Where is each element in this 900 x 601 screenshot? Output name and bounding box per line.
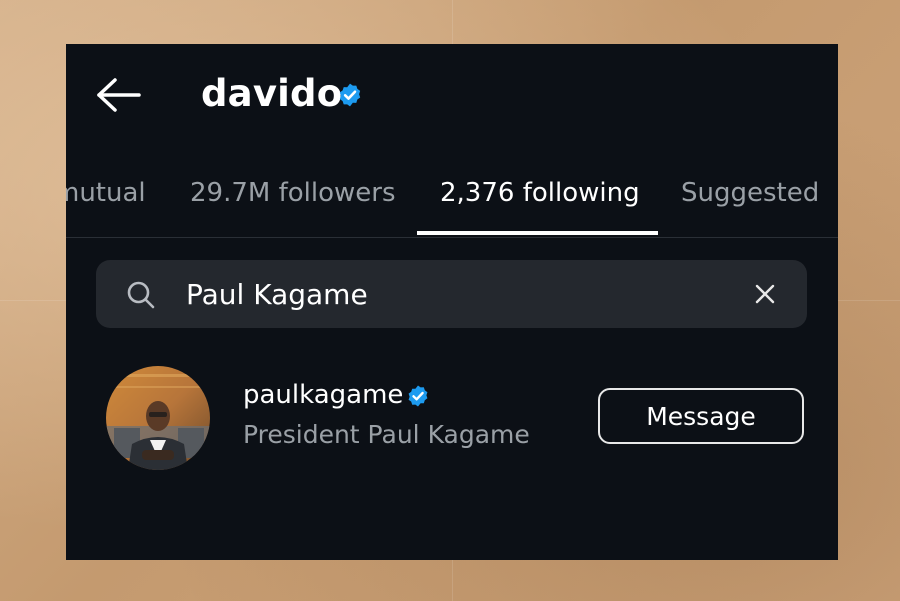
tab-followers[interactable]: 29.7M followers [190,176,396,210]
search-bar [96,260,807,328]
tabs-divider [66,237,838,238]
search-input[interactable] [186,274,726,314]
back-arrow-icon[interactable] [96,78,142,112]
search-icon [127,281,155,309]
verified-badge-icon [339,83,361,107]
avatar-photo [106,366,210,470]
message-button[interactable]: Message [598,388,804,444]
follow-tabs: mutual 29.7M followers 2,376 following S… [66,166,838,238]
tab-mutual[interactable]: mutual [66,176,146,210]
verified-badge-icon [408,385,428,407]
avatar[interactable] [106,366,210,470]
list-item[interactable]: paulkagame President Paul Kagame Message [66,362,838,478]
page-title: davido [201,72,343,115]
app-screen: davido mutual 29.7M followers 2,376 foll… [66,44,838,560]
active-tab-indicator [417,231,658,235]
result-username[interactable]: paulkagame [243,378,403,412]
tab-suggested[interactable]: Suggested [681,176,819,210]
result-full-name: President Paul Kagame [243,420,530,449]
tab-following[interactable]: 2,376 following [440,176,640,210]
close-icon[interactable] [753,282,777,306]
